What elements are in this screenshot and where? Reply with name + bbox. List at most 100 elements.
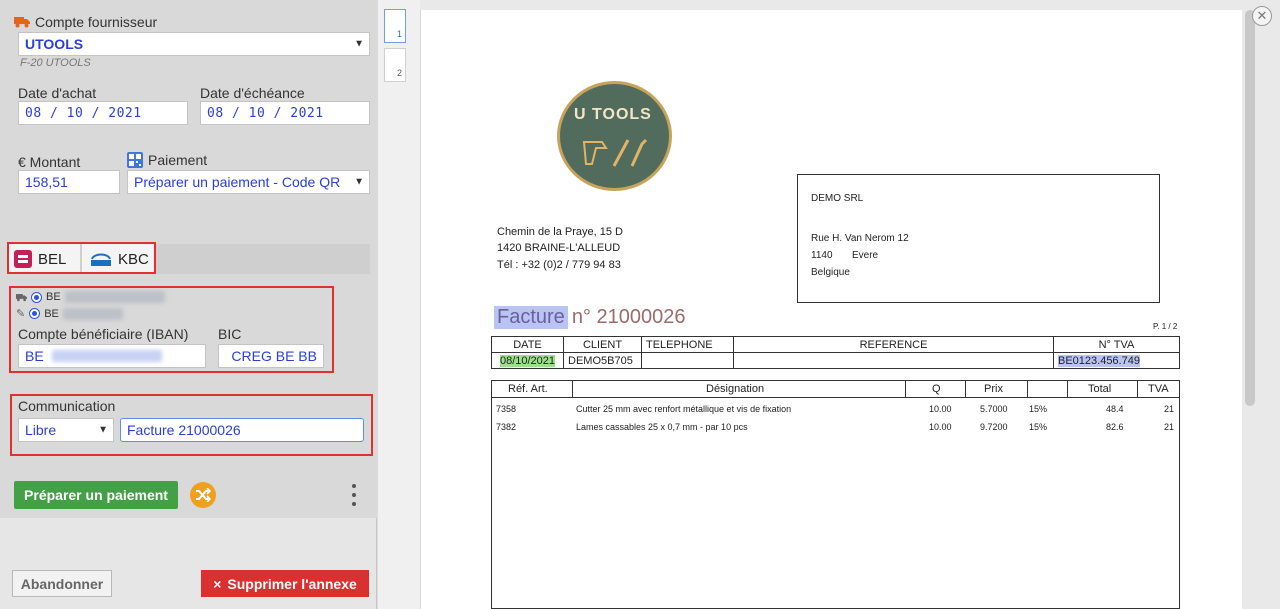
col-divider	[1027, 381, 1028, 398]
col-divider	[905, 381, 906, 398]
close-viewer-button[interactable]: ✕	[1252, 6, 1272, 26]
payment-label-text: Paiement	[148, 152, 208, 168]
vat-number-value: BE0123.456.749	[1058, 354, 1140, 367]
date-value: 08/10/2021	[499, 354, 556, 367]
supplier-label-text: Compte fournisseur	[35, 14, 158, 30]
col-ref: Réf. Art.	[508, 383, 548, 395]
page-thumb-2[interactable]: 2	[384, 48, 406, 82]
payment-select[interactable]: Préparer un paiement - Code QR ▼	[127, 170, 370, 194]
prepare-payment-button[interactable]: Préparer un paiement	[14, 481, 178, 509]
sender-address-line-2: 1420 BRAINE-L'ALLEUD	[497, 242, 621, 254]
col-date: DATE	[491, 336, 564, 353]
col-telephone: TELEPHONE	[641, 336, 734, 353]
app-root: Compte fournisseur UTOOLS ▼ F-20 UTOOLS …	[0, 0, 1280, 609]
logo-wordmark: U TOOLS	[574, 106, 652, 124]
amount-input[interactable]: 158,51	[18, 170, 120, 194]
supplier-select[interactable]: UTOOLS ▼	[18, 32, 370, 56]
line-1-ref: 7358	[496, 404, 517, 414]
utools-logo: U TOOLS	[557, 81, 672, 191]
line-2-total: 82.6	[1106, 422, 1124, 432]
logo-letter: U	[574, 106, 587, 123]
logo-text: TOOLS	[592, 106, 652, 123]
cell-reference	[733, 352, 1054, 369]
line-1-total: 48.4	[1106, 404, 1124, 414]
due-date-input[interactable]: 08 / 10 / 2021	[200, 101, 370, 125]
invoice-header-table: DATE CLIENT TELEPHONE REFERENCE N° TVA 0…	[491, 336, 1180, 369]
sender-phone: Tél : +32 (0)2 / 779 94 83	[497, 259, 621, 271]
col-price: Prix	[984, 383, 1003, 395]
abandon-button[interactable]: Abandonner	[12, 570, 112, 597]
col-divider	[1137, 381, 1138, 398]
line-1-qty: 10.00	[929, 404, 952, 414]
highlight-bank-tabs	[7, 242, 156, 274]
client-street: Rue H. Van Nerom 12	[811, 233, 909, 244]
close-icon: ✕	[1256, 8, 1268, 23]
line-2-qty: 10.00	[929, 422, 952, 432]
line-2-desc: Lames cassables 25 x 0,7 mm - par 10 pcs	[576, 422, 748, 432]
sender-address-line-1: Chemin de la Praye, 15 D	[497, 226, 623, 238]
page-thumb-1[interactable]: 1	[384, 9, 406, 43]
client-zip: 1140	[811, 250, 833, 261]
cell-date: 08/10/2021	[491, 352, 564, 369]
table-header-row: DATE CLIENT TELEPHONE REFERENCE N° TVA	[491, 336, 1180, 353]
line-1-price: 5.7000	[980, 404, 1008, 414]
cell-telephone	[641, 352, 734, 369]
col-designation: Désignation	[706, 383, 765, 395]
cell-client: DEMO5B705	[563, 352, 642, 369]
invoice-lines-table: Réf. Art. Désignation Q Prix Total TVA 7…	[491, 380, 1180, 609]
supplier-code: F-20 UTOOLS	[20, 57, 91, 69]
supplier-value: UTOOLS	[25, 36, 84, 52]
col-divider	[572, 381, 573, 398]
highlight-accounts	[9, 286, 334, 373]
lines-header	[492, 381, 1179, 398]
col-vat: TVA	[1148, 383, 1169, 395]
due-date-label: Date d'échéance	[200, 85, 305, 101]
line-2-price: 9.7200	[980, 422, 1008, 432]
col-divider	[965, 381, 966, 398]
line-1-vat: 21	[1164, 404, 1175, 414]
tools-icon	[582, 138, 648, 167]
client-city: Evere	[852, 250, 879, 261]
line-2-discount: 15%	[1029, 422, 1048, 432]
caret-down-icon: ▼	[354, 38, 364, 50]
truck-icon	[14, 17, 30, 28]
close-icon: ×	[213, 575, 222, 592]
payment-label: Paiement	[127, 152, 207, 168]
amount-label: € Montant	[18, 154, 81, 170]
supplier-label: Compte fournisseur	[14, 14, 157, 30]
dot	[352, 502, 356, 506]
caret-down-icon: ▼	[354, 176, 364, 188]
dot	[352, 493, 356, 497]
line-1-discount: 15%	[1029, 404, 1048, 414]
delete-attachment-label: Supprimer l'annexe	[227, 575, 357, 592]
invoice-number: n° 21000026	[571, 306, 686, 328]
line-2-ref: 7382	[496, 422, 517, 432]
line-1-desc: Cutter 25 mm avec renfort métallique et …	[576, 404, 792, 414]
more-options-button[interactable]	[350, 484, 358, 506]
col-vat-number: N° TVA	[1053, 336, 1180, 353]
col-total: Total	[1088, 383, 1112, 395]
page-reference: P. 1 / 2	[1153, 322, 1178, 331]
client-name: DEMO SRL	[811, 193, 864, 204]
page-thumbnails: 1 2	[378, 0, 420, 609]
dot	[352, 484, 356, 488]
col-client: CLIENT	[563, 336, 642, 353]
booking-panel: Compte fournisseur UTOOLS ▼ F-20 UTOOLS …	[0, 0, 377, 609]
client-country: Belgique	[811, 267, 850, 278]
col-quantity: Q	[932, 383, 941, 395]
invoice-title: Facture n° 21000026	[494, 306, 685, 329]
qr-code-icon	[127, 152, 143, 168]
purchase-date-input[interactable]: 08 / 10 / 2021	[18, 101, 188, 125]
line-2-vat: 21	[1164, 422, 1175, 432]
purchase-date-label: Date d'achat	[18, 85, 97, 101]
table-row: 08/10/2021 DEMO5B705 BE0123.456.749	[491, 352, 1180, 369]
cell-vat-number: BE0123.456.749	[1053, 352, 1180, 369]
viewer-scrollbar[interactable]	[1245, 10, 1255, 406]
delete-attachment-button[interactable]: × Supprimer l'annexe	[201, 570, 369, 597]
shuffle-button[interactable]	[190, 482, 216, 508]
shuffle-icon	[196, 488, 211, 502]
col-reference: REFERENCE	[733, 336, 1054, 353]
payment-value: Préparer un paiement - Code QR	[134, 174, 341, 190]
invoice-title-word: Facture	[494, 306, 568, 329]
highlight-communication	[10, 394, 373, 456]
